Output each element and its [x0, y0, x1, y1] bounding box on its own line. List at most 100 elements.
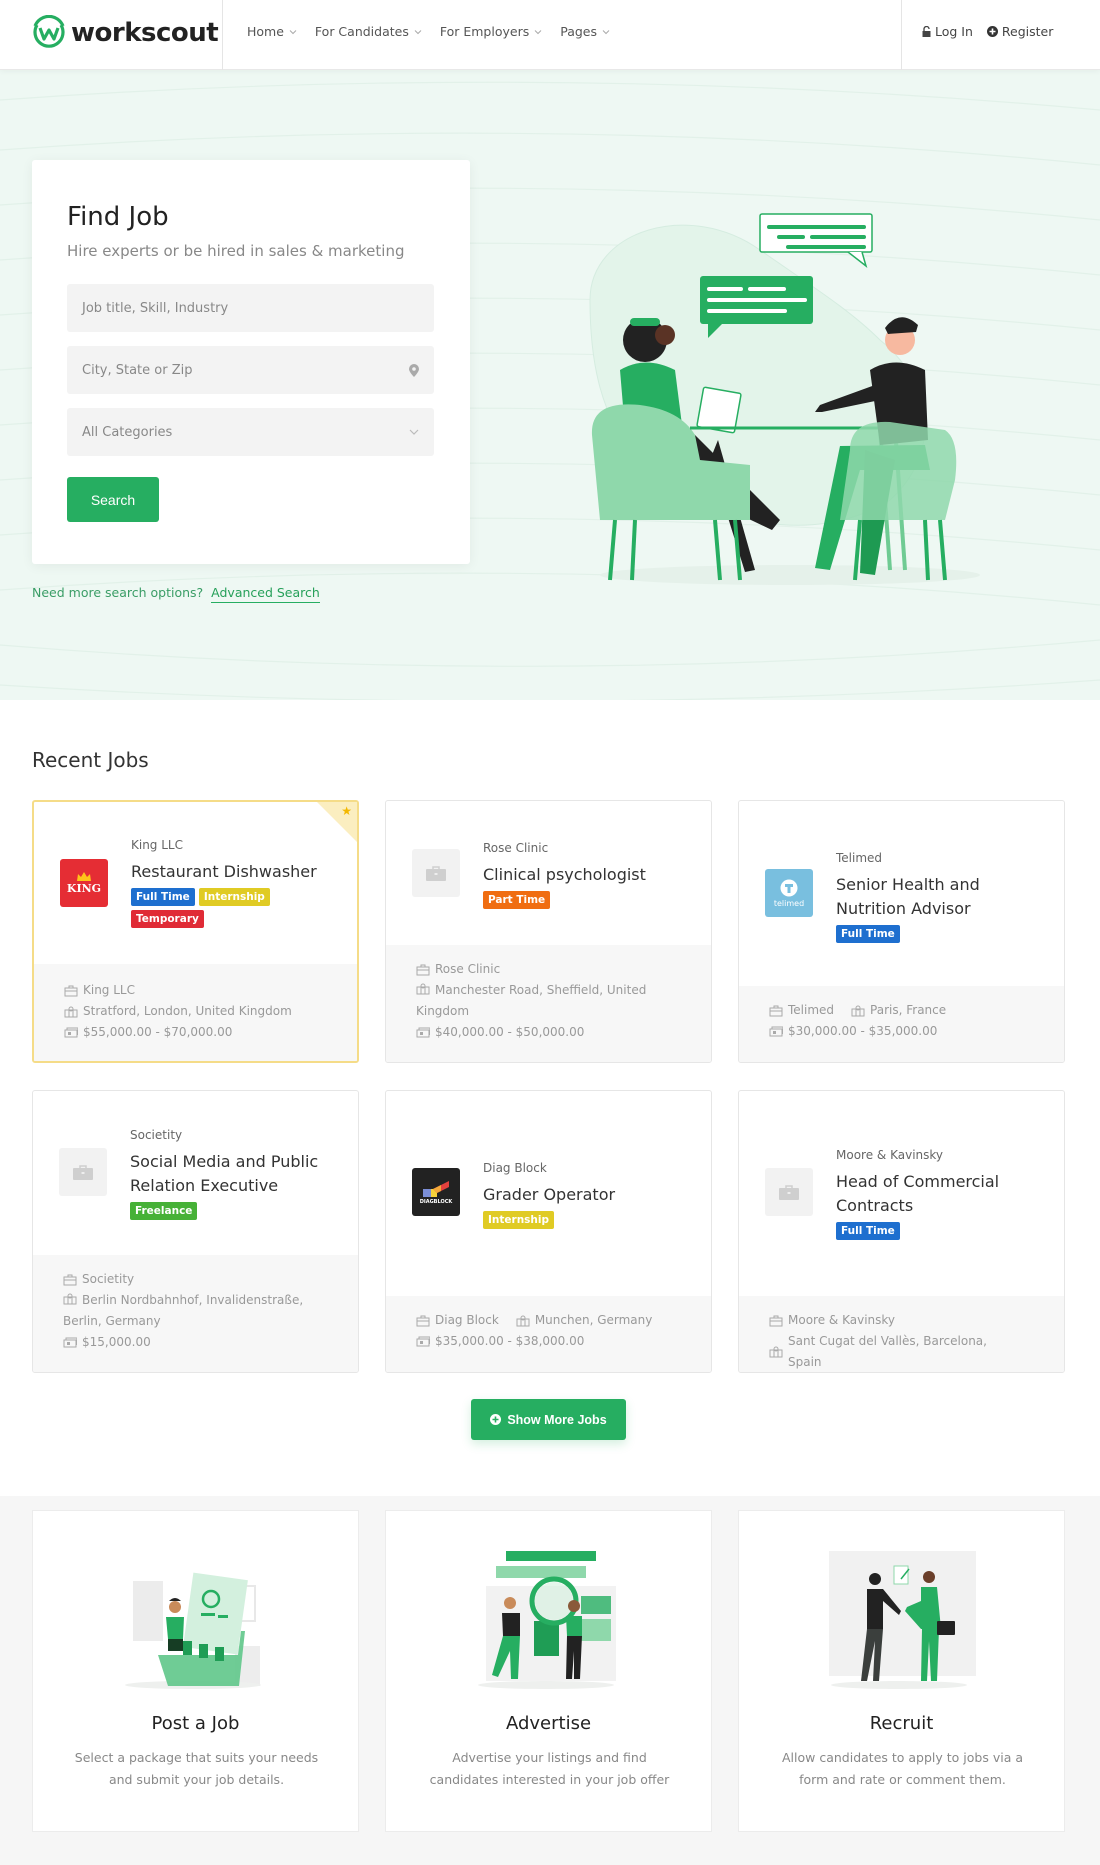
- search-card: Find Job Hire experts or be hired in sal…: [32, 160, 470, 564]
- nav-item-for-candidates[interactable]: For Candidates: [315, 24, 422, 39]
- job-title[interactable]: Head of Commercial Contracts: [836, 1170, 1046, 1218]
- interview-illustration: [589, 213, 980, 585]
- telimed-logo-icon: [780, 879, 798, 896]
- feature-description: Advertise your listings and find candida…: [429, 1750, 670, 1787]
- briefcase-icon: [73, 1164, 93, 1180]
- briefcase-icon: [769, 1315, 783, 1326]
- job-card[interactable]: Rose Clinic Clinical psychologist Part T…: [385, 800, 712, 1063]
- logo-text: KING: [66, 881, 102, 895]
- feature-card-advertise: Advertise Advertise your listings and fi…: [385, 1510, 712, 1832]
- job-type-badge: Part Time: [483, 891, 551, 909]
- advanced-search-link[interactable]: Advanced Search: [211, 585, 320, 603]
- auth-links: Log In Register: [922, 24, 1053, 39]
- company-logo: DIAGBLOCK: [412, 1168, 460, 1216]
- brand-name: workscout: [71, 18, 219, 48]
- category-select[interactable]: All Categories: [67, 408, 434, 456]
- job-tags: Full Time Internship Temporary: [131, 888, 311, 928]
- briefcase-icon: [426, 865, 446, 881]
- location-icon: [769, 1346, 783, 1358]
- meta-company: Moore & Kavinsky: [788, 1313, 896, 1327]
- hero-section: Find Job Hire experts or be hired in sal…: [0, 70, 1100, 700]
- show-more-label: Show More Jobs: [507, 1412, 607, 1427]
- keyword-input[interactable]: Job title, Skill, Industry: [67, 284, 434, 332]
- job-meta: Moore & Kavinsky Sant Cugat del Vallès, …: [739, 1296, 1064, 1372]
- job-company: Telimed: [836, 851, 883, 865]
- money-icon: [416, 1336, 430, 1346]
- meta-company: Rose Clinic: [435, 962, 501, 976]
- job-card[interactable]: Moore & Kavinsky Head of Commercial Cont…: [738, 1090, 1065, 1373]
- location-placeholder: City, State or Zip: [82, 362, 193, 378]
- job-card[interactable]: ★ KING King LLC Restaurant Dishwasher Fu…: [32, 800, 359, 1063]
- job-company: Societity: [130, 1128, 183, 1142]
- register-label: Register: [1001, 24, 1054, 39]
- nav-item-home[interactable]: Home: [247, 24, 297, 39]
- nav-label: Pages: [560, 24, 597, 39]
- unlock-icon: [922, 26, 931, 37]
- job-card[interactable]: DIAGBLOCK Diag Block Grader Operator Int…: [385, 1090, 712, 1373]
- chevron-down-icon: [289, 29, 297, 34]
- nav-label: For Employers: [439, 24, 530, 39]
- feature-title: Advertise: [505, 1713, 592, 1734]
- job-title[interactable]: Grader Operator: [483, 1183, 693, 1207]
- briefcase-icon: [779, 1184, 799, 1200]
- location-icon: [851, 1005, 865, 1016]
- keyword-placeholder: Job title, Skill, Industry: [82, 300, 229, 316]
- meta-salary: $15,000.00: [82, 1335, 151, 1349]
- find-job-subtitle: Hire experts or be hired in sales & mark…: [67, 242, 405, 260]
- meta-location: Berlin Nordbahnhof, Invalidenstraße, Ber…: [63, 1293, 304, 1328]
- job-title[interactable]: Senior Health and Nutrition Advisor: [836, 873, 1046, 921]
- category-selected: All Categories: [82, 424, 173, 440]
- job-title[interactable]: Clinical psychologist: [483, 863, 693, 887]
- job-tags: Internship: [483, 1211, 663, 1229]
- job-meta: King LLC Stratford, London, United Kingd…: [34, 964, 357, 1061]
- location-input[interactable]: City, State or Zip: [67, 346, 434, 394]
- job-card[interactable]: Societity Social Media and Public Relati…: [32, 1090, 359, 1373]
- plus-circle-icon: [490, 1414, 502, 1425]
- job-tags: Full Time: [836, 925, 1016, 943]
- briefcase-icon: [769, 1005, 783, 1016]
- feature-card-recruit: Recruit Allow candidates to apply to job…: [738, 1510, 1065, 1832]
- login-link[interactable]: Log In: [922, 24, 973, 39]
- logo-text: DIAGBLOCK: [419, 1199, 453, 1205]
- meta-company: King LLC: [83, 983, 135, 997]
- advanced-search-row: Need more search options? Advanced Searc…: [32, 585, 320, 603]
- diagblock-logo-icon: [423, 1181, 449, 1197]
- company-logo-placeholder: [765, 1168, 813, 1216]
- post-job-illustration: [125, 1572, 261, 1689]
- nav-item-for-employers[interactable]: For Employers: [440, 24, 542, 39]
- job-company: Moore & Kavinsky: [836, 1148, 944, 1162]
- job-type-badge: Freelance: [130, 1202, 198, 1220]
- job-card[interactable]: telimed Telimed Senior Health and Nutrit…: [738, 800, 1065, 1063]
- meta-location: Manchester Road, Sheffield, United Kingd…: [416, 983, 647, 1018]
- briefcase-icon: [63, 1274, 77, 1285]
- job-type-badge: Full Time: [836, 925, 900, 943]
- search-button[interactable]: Search: [67, 477, 159, 522]
- crown-icon: [77, 871, 91, 881]
- job-title[interactable]: Restaurant Dishwasher: [131, 860, 341, 884]
- meta-salary: $55,000.00 - $70,000.00: [83, 1025, 233, 1039]
- chevron-down-icon: [414, 29, 422, 34]
- job-title[interactable]: Social Media and Public Relation Executi…: [130, 1150, 340, 1198]
- register-link[interactable]: Register: [986, 24, 1054, 39]
- money-icon: [64, 1027, 78, 1037]
- find-job-title: Find Job: [67, 202, 169, 232]
- briefcase-icon: [64, 985, 78, 996]
- meta-company: Diag Block: [435, 1313, 499, 1327]
- feature-title: Recruit: [869, 1713, 934, 1734]
- job-info: Societity Social Media and Public Relati…: [130, 1128, 340, 1220]
- briefcase-icon: [416, 1315, 430, 1326]
- header-divider: [901, 0, 902, 70]
- job-meta: Societity Berlin Nordbahnhof, Invalidens…: [33, 1255, 358, 1372]
- chevron-down-icon: [409, 429, 419, 435]
- show-more-jobs-button[interactable]: Show More Jobs: [471, 1399, 626, 1440]
- brand-logo[interactable]: workscout: [31, 15, 219, 51]
- job-tags: Part Time: [483, 891, 663, 909]
- location-icon: [416, 983, 430, 995]
- location-icon: [516, 1315, 530, 1326]
- logo-text: telimed: [773, 898, 805, 908]
- meta-location: Stratford, London, United Kingdom: [83, 1004, 292, 1018]
- nav-item-pages[interactable]: Pages: [560, 24, 610, 39]
- briefcase-icon: [416, 964, 430, 975]
- feature-description: Select a package that suits your needs a…: [74, 1750, 319, 1787]
- job-type-badge: Full Time: [131, 888, 195, 906]
